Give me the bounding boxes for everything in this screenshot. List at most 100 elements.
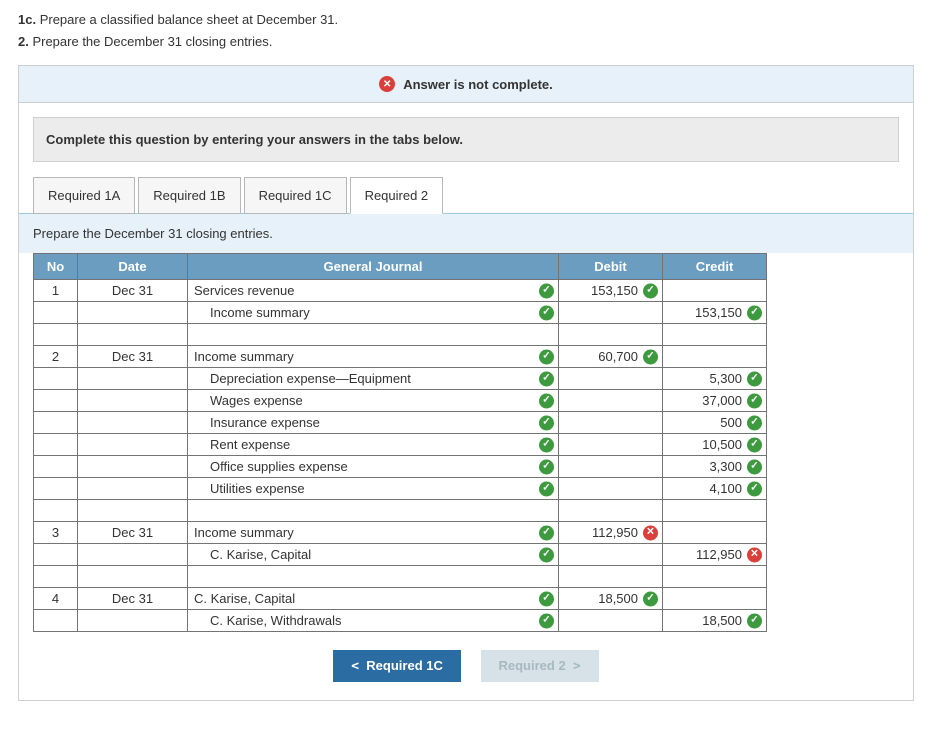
- cell-general-journal[interactable]: Services revenue✓: [188, 280, 559, 302]
- check-icon: ✓: [539, 525, 554, 540]
- cell-no[interactable]: [34, 434, 78, 456]
- cell-credit[interactable]: [663, 280, 767, 302]
- cell-no[interactable]: 4: [34, 588, 78, 610]
- cell-date[interactable]: [78, 610, 188, 632]
- cell-debit[interactable]: [559, 456, 663, 478]
- check-icon: ✓: [539, 393, 554, 408]
- cell-no[interactable]: 2: [34, 346, 78, 368]
- cell-no[interactable]: 3: [34, 522, 78, 544]
- cell-date[interactable]: [78, 412, 188, 434]
- cell-credit[interactable]: [663, 588, 767, 610]
- cell-no[interactable]: [34, 390, 78, 412]
- cell-general-journal[interactable]: C. Karise, Withdrawals✓: [188, 610, 559, 632]
- cell-credit[interactable]: [663, 500, 767, 522]
- cell-no[interactable]: [34, 412, 78, 434]
- cell-general-journal[interactable]: C. Karise, Capital✓: [188, 544, 559, 566]
- cell-credit[interactable]: 153,150✓: [663, 302, 767, 324]
- cell-date[interactable]: [78, 456, 188, 478]
- cell-debit[interactable]: 18,500✓: [559, 588, 663, 610]
- cell-date[interactable]: [78, 302, 188, 324]
- cell-debit[interactable]: [559, 434, 663, 456]
- nav-buttons: < Required 1C Required 2 >: [19, 646, 913, 700]
- cell-credit[interactable]: 4,100✓: [663, 478, 767, 500]
- cell-debit[interactable]: [559, 478, 663, 500]
- chevron-right-icon: >: [573, 659, 581, 674]
- question-text: 1c. Prepare a classified balance sheet a…: [18, 10, 914, 51]
- cell-general-journal[interactable]: Income summary✓: [188, 302, 559, 324]
- cell-date[interactable]: [78, 500, 188, 522]
- check-icon: ✓: [539, 371, 554, 386]
- cell-general-journal[interactable]: Income summary✓: [188, 522, 559, 544]
- cell-credit[interactable]: 112,950✕: [663, 544, 767, 566]
- cell-no[interactable]: [34, 500, 78, 522]
- cell-credit[interactable]: 37,000✓: [663, 390, 767, 412]
- cell-debit[interactable]: [559, 610, 663, 632]
- cell-credit[interactable]: [663, 566, 767, 588]
- cell-date[interactable]: Dec 31: [78, 346, 188, 368]
- cell-date[interactable]: [78, 478, 188, 500]
- cell-debit[interactable]: [559, 368, 663, 390]
- check-icon: ✓: [539, 305, 554, 320]
- cell-credit[interactable]: 5,300✓: [663, 368, 767, 390]
- cell-debit[interactable]: [559, 566, 663, 588]
- cell-date[interactable]: Dec 31: [78, 280, 188, 302]
- cell-debit[interactable]: 153,150✓: [559, 280, 663, 302]
- cell-general-journal[interactable]: Utilities expense✓: [188, 478, 559, 500]
- tabs: Required 1A Required 1B Required 1C Requ…: [19, 176, 913, 214]
- table-row: 3Dec 31Income summary✓112,950✕: [34, 522, 767, 544]
- cell-debit[interactable]: 60,700✓: [559, 346, 663, 368]
- cell-credit[interactable]: 500✓: [663, 412, 767, 434]
- cell-credit[interactable]: 3,300✓: [663, 456, 767, 478]
- cell-date[interactable]: [78, 544, 188, 566]
- table-row: C. Karise, Capital✓ 112,950✕: [34, 544, 767, 566]
- cell-general-journal[interactable]: Rent expense✓: [188, 434, 559, 456]
- cell-general-journal[interactable]: C. Karise, Capital✓: [188, 588, 559, 610]
- cell-no[interactable]: [34, 544, 78, 566]
- cell-general-journal[interactable]: Insurance expense✓: [188, 412, 559, 434]
- cell-no[interactable]: [34, 478, 78, 500]
- cell-general-journal[interactable]: [188, 324, 559, 346]
- cell-debit[interactable]: [559, 500, 663, 522]
- cell-debit[interactable]: [559, 412, 663, 434]
- next-button[interactable]: Required 2 >: [481, 650, 599, 682]
- cell-date[interactable]: [78, 324, 188, 346]
- check-icon: ✓: [539, 283, 554, 298]
- check-icon: ✓: [539, 349, 554, 364]
- cell-debit[interactable]: [559, 390, 663, 412]
- check-icon: ✓: [747, 459, 762, 474]
- cell-debit[interactable]: [559, 302, 663, 324]
- cell-no[interactable]: [34, 456, 78, 478]
- cell-debit[interactable]: [559, 324, 663, 346]
- cell-date[interactable]: [78, 434, 188, 456]
- cell-general-journal[interactable]: Depreciation expense—Equipment✓: [188, 368, 559, 390]
- cell-no[interactable]: 1: [34, 280, 78, 302]
- cell-no[interactable]: [34, 610, 78, 632]
- cell-no[interactable]: [34, 368, 78, 390]
- prev-button[interactable]: < Required 1C: [333, 650, 461, 682]
- cell-debit[interactable]: 112,950✕: [559, 522, 663, 544]
- tab-required-1b[interactable]: Required 1B: [138, 177, 240, 214]
- cell-no[interactable]: [34, 324, 78, 346]
- cell-no[interactable]: [34, 566, 78, 588]
- cell-general-journal[interactable]: Office supplies expense✓: [188, 456, 559, 478]
- cell-credit[interactable]: [663, 324, 767, 346]
- cell-credit[interactable]: [663, 522, 767, 544]
- tab-required-1a[interactable]: Required 1A: [33, 177, 135, 214]
- cell-date[interactable]: [78, 566, 188, 588]
- cell-credit[interactable]: [663, 346, 767, 368]
- table-row: Insurance expense✓ 500✓: [34, 412, 767, 434]
- cell-date[interactable]: [78, 368, 188, 390]
- cell-credit[interactable]: 10,500✓: [663, 434, 767, 456]
- cell-credit[interactable]: 18,500✓: [663, 610, 767, 632]
- cell-no[interactable]: [34, 302, 78, 324]
- cell-general-journal[interactable]: Wages expense✓: [188, 390, 559, 412]
- cell-general-journal[interactable]: [188, 566, 559, 588]
- cell-date[interactable]: [78, 390, 188, 412]
- cell-debit[interactable]: [559, 544, 663, 566]
- tab-required-2[interactable]: Required 2: [350, 177, 444, 214]
- cell-general-journal[interactable]: Income summary✓: [188, 346, 559, 368]
- cell-date[interactable]: Dec 31: [78, 588, 188, 610]
- cell-date[interactable]: Dec 31: [78, 522, 188, 544]
- tab-required-1c[interactable]: Required 1C: [244, 177, 347, 214]
- cell-general-journal[interactable]: [188, 500, 559, 522]
